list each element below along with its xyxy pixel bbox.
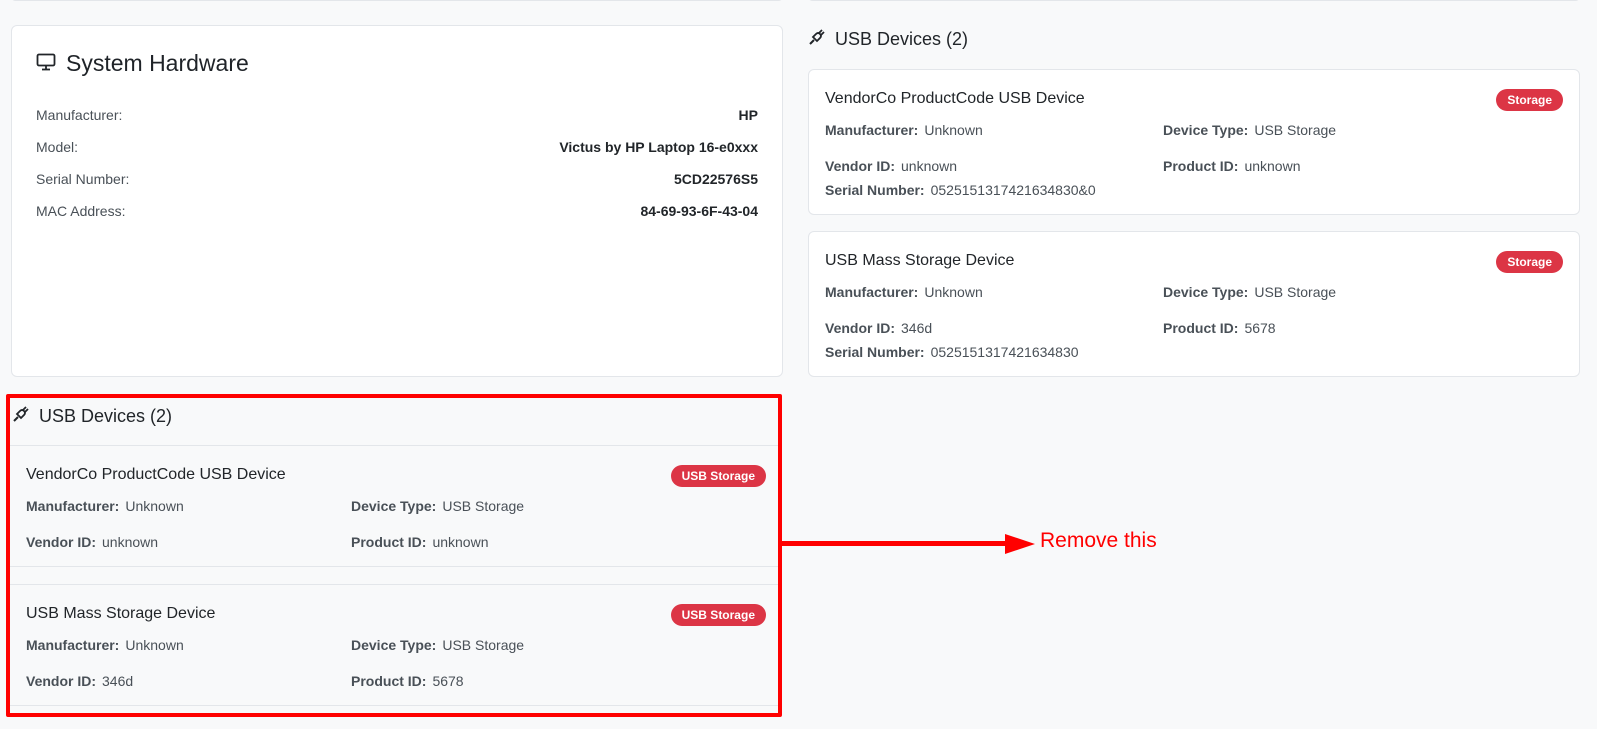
hardware-value: 5CD22576S5 <box>673 171 758 187</box>
field-value: Unknown <box>924 122 983 138</box>
field-label: Serial Number: <box>825 344 925 360</box>
hardware-value: HP <box>738 107 758 123</box>
field-label: Vendor ID: <box>825 320 896 336</box>
usb-device-card: VendorCo ProductCode USB Device Storage … <box>808 69 1580 215</box>
field-label: Product ID: <box>1163 320 1239 336</box>
field-label: Device Type: <box>1163 122 1249 138</box>
annotation-arrow-head <box>1005 534 1035 554</box>
device-manufacturer: Manufacturer: Unknown <box>825 122 983 138</box>
usb-devices-title: USB Devices (2) <box>835 29 969 49</box>
annotation-label: Remove this <box>1040 529 1157 552</box>
system-hardware-title: System Hardware <box>66 50 249 76</box>
field-value: USB Storage <box>1254 122 1337 138</box>
system-hardware-header: System Hardware <box>36 50 758 77</box>
field-value: USB Storage <box>1254 284 1337 300</box>
system-hardware-card: System Hardware Manufacturer: HP Model: … <box>11 25 783 377</box>
field-label: Product ID: <box>1163 158 1239 174</box>
field-value: unknown <box>1244 158 1301 174</box>
field-value: unknown <box>901 158 958 174</box>
device-product-id: Product ID: 5678 <box>1163 320 1276 336</box>
hardware-row-model: Model: Victus by HP Laptop 16-e0xxx <box>36 131 758 163</box>
hardware-value: Victus by HP Laptop 16-e0xxx <box>559 139 758 155</box>
field-label: Serial Number: <box>825 182 925 198</box>
hardware-value: 84-69-93-6F-43-04 <box>640 203 758 219</box>
device-vendor-id: Vendor ID: unknown <box>825 158 957 174</box>
hardware-label: MAC Address: <box>36 203 126 219</box>
storage-badge: Storage <box>1496 89 1563 111</box>
field-value: 0525151317421634830 <box>930 344 1079 360</box>
field-value: 0525151317421634830&0 <box>930 182 1096 198</box>
field-value: Unknown <box>924 284 983 300</box>
hardware-row-serial: Serial Number: 5CD22576S5 <box>36 163 758 195</box>
field-value: 5678 <box>1244 320 1276 336</box>
hardware-label: Model: <box>36 139 79 155</box>
usb-device-card: USB Mass Storage Device Storage Manufact… <box>808 231 1580 377</box>
device-name: USB Mass Storage Device <box>825 252 1015 269</box>
device-name: VendorCo ProductCode USB Device <box>825 90 1085 107</box>
hardware-label: Manufacturer: <box>36 107 123 123</box>
device-serial: Serial Number: 0525151317421634830 <box>825 344 1079 360</box>
device-product-id: Product ID: unknown <box>1163 158 1301 174</box>
hardware-label: Serial Number: <box>36 171 130 187</box>
highlight-box <box>6 394 782 717</box>
monitor-icon <box>36 50 56 77</box>
device-type: Device Type: USB Storage <box>1163 122 1336 138</box>
field-label: Manufacturer: <box>825 122 919 138</box>
device-serial: Serial Number: 0525151317421634830&0 <box>825 182 1096 198</box>
annotation-arrow-line <box>782 541 1007 546</box>
card-edge-left <box>11 0 783 1</box>
hardware-row-mac: MAC Address: 84-69-93-6F-43-04 <box>36 195 758 227</box>
field-label: Vendor ID: <box>825 158 896 174</box>
storage-badge: Storage <box>1496 251 1563 273</box>
hardware-row-manufacturer: Manufacturer: HP <box>36 99 758 131</box>
device-type: Device Type: USB Storage <box>1163 284 1336 300</box>
field-label: Manufacturer: <box>825 284 919 300</box>
card-edge-right <box>808 0 1580 1</box>
usb-plug-icon <box>808 28 826 51</box>
hardware-info-list: Manufacturer: HP Model: Victus by HP Lap… <box>36 99 758 227</box>
field-label: Device Type: <box>1163 284 1249 300</box>
device-manufacturer: Manufacturer: Unknown <box>825 284 983 300</box>
device-vendor-id: Vendor ID: 346d <box>825 320 932 336</box>
usb-devices-header-right: USB Devices (2) <box>808 28 968 51</box>
field-value: 346d <box>901 320 933 336</box>
